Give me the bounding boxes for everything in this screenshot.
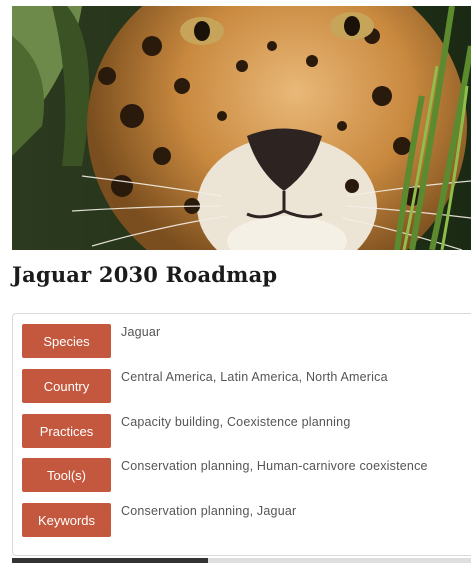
detail-row-practices: Practices Capacity building, Coexistence… [22, 414, 471, 448]
practices-value: Capacity building, Coexistence planning [121, 415, 351, 429]
country-value: Central America, Latin America, North Am… [121, 370, 388, 384]
country-tag[interactable]: Country [22, 369, 111, 403]
detail-row-keywords: Keywords Conservation planning, Jaguar [22, 503, 471, 537]
tools-tag[interactable]: Tool(s) [22, 458, 111, 492]
detail-row-country: Country Central America, Latin America, … [22, 369, 471, 403]
keywords-value: Conservation planning, Jaguar [121, 504, 297, 518]
tools-value: Conservation planning, Human-carnivore c… [121, 459, 428, 473]
details-card: Species Jaguar Country Central America, … [12, 313, 471, 556]
jaguar-photo-icon [12, 6, 471, 250]
scrollbar-thumb[interactable] [12, 558, 208, 563]
horizontal-scrollbar[interactable] [12, 558, 471, 563]
species-tag[interactable]: Species [22, 324, 111, 358]
practices-tag[interactable]: Practices [22, 414, 111, 448]
keywords-tag[interactable]: Keywords [22, 503, 111, 537]
hero-image [12, 6, 471, 250]
detail-row-species: Species Jaguar [22, 324, 471, 358]
species-value: Jaguar [121, 325, 161, 339]
page-title: Jaguar 2030 Roadmap [12, 262, 278, 287]
detail-row-tools: Tool(s) Conservation planning, Human-car… [22, 458, 471, 492]
